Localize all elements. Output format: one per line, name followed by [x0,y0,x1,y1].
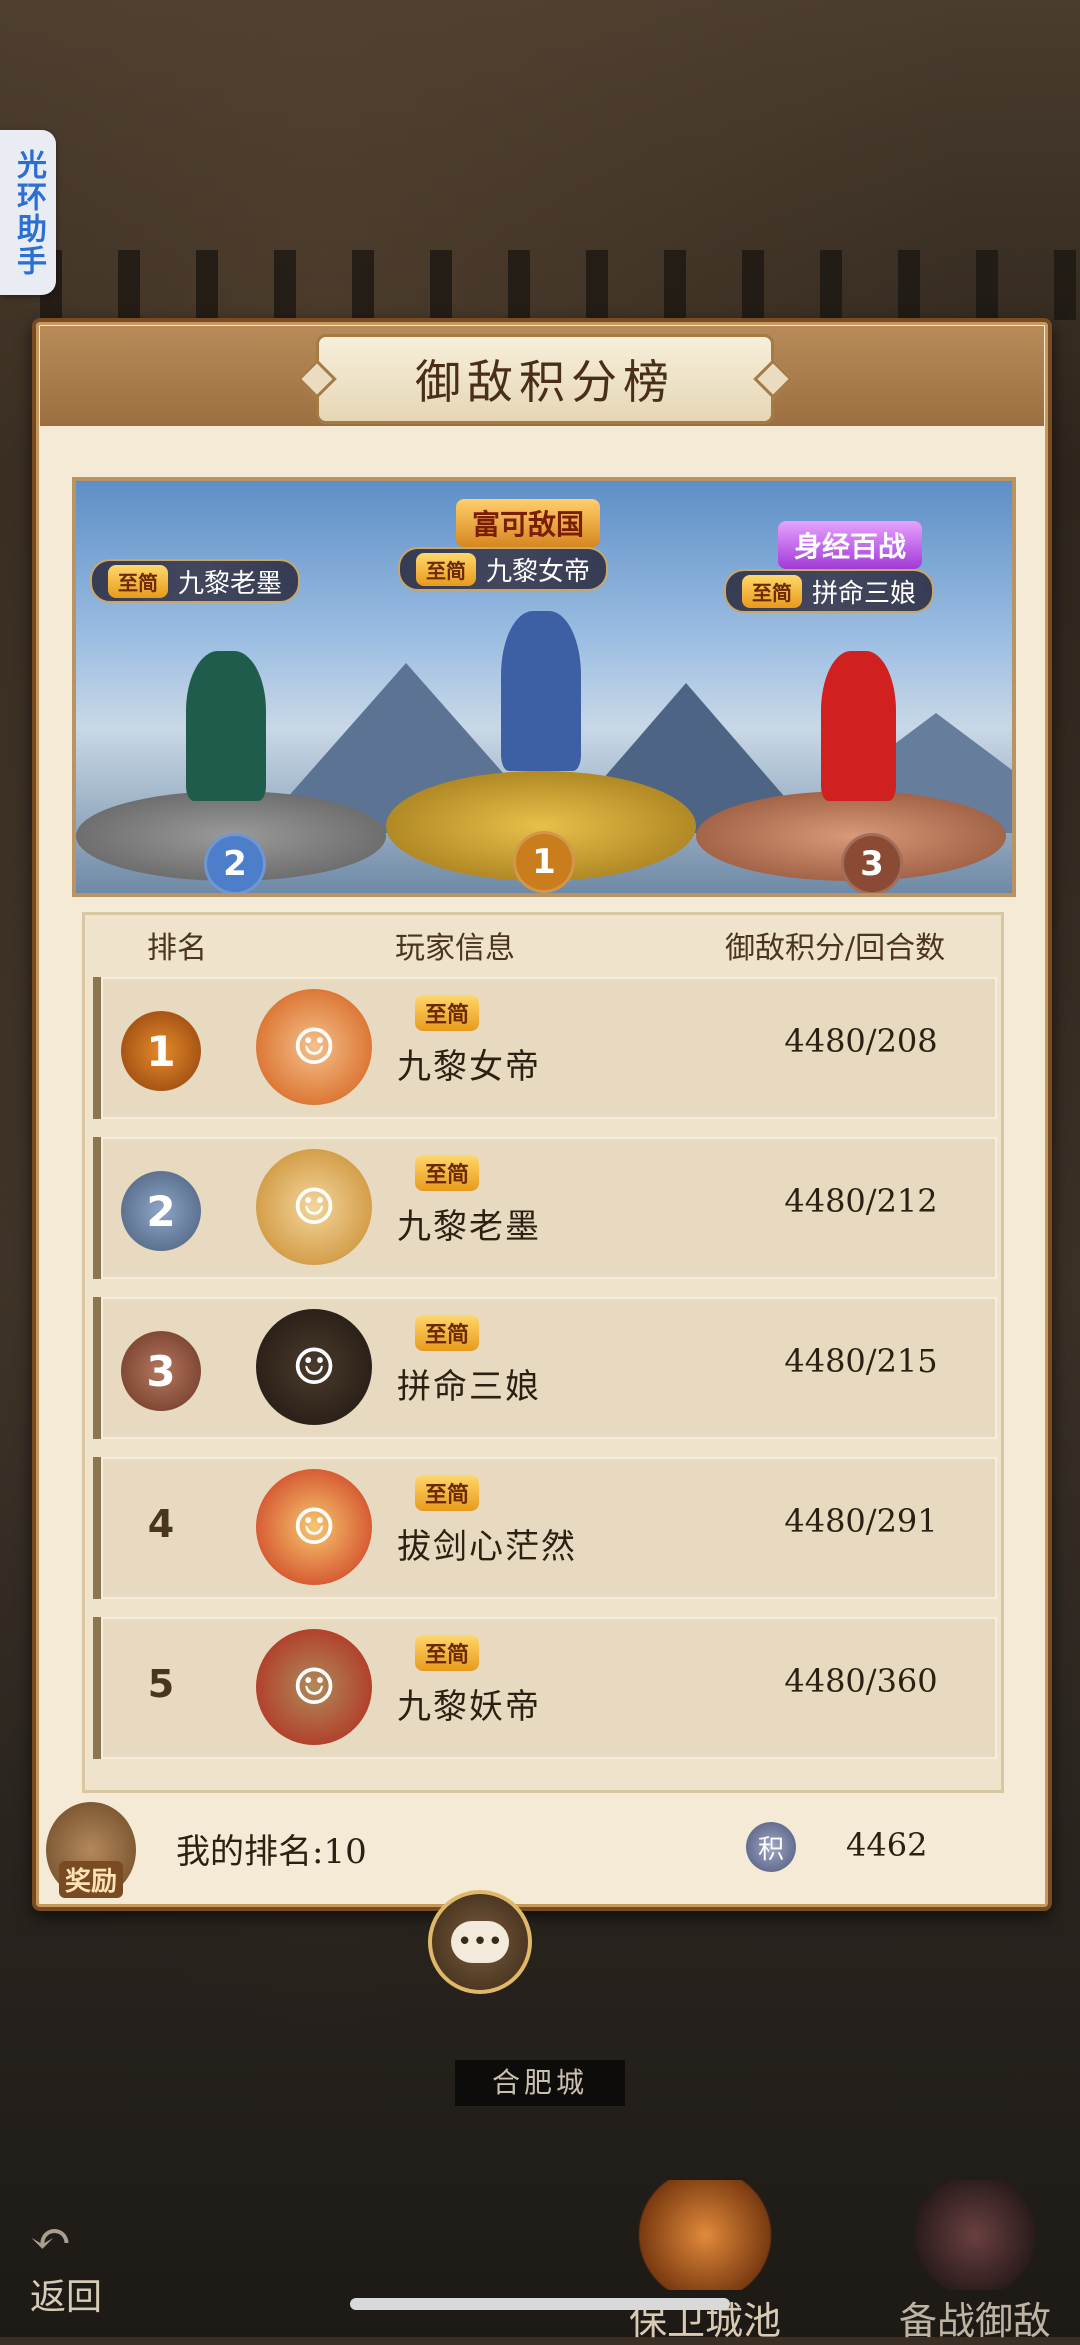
character-figure-1 [501,611,581,771]
rank-number: 4 [147,1502,175,1546]
player-name: 九黎女帝 [397,1047,541,1087]
podium-player-name: 九黎老墨 [178,568,283,599]
title-banner-3: 身经百战 [778,521,923,569]
podium-medal-3: 3 [841,833,903,893]
soldiers-decoration [0,250,1080,320]
player-avatar[interactable]: ☺ [256,1309,372,1425]
table-header: 排名 玩家信息 御敌积分/回合数 [85,915,1001,975]
player-avatar[interactable]: ☺ [256,1149,372,1265]
points-icon: 积 [746,1822,796,1872]
character-figure-3 [821,651,896,801]
player-score: 4480/208 [784,1022,938,1060]
rank-number: 5 [147,1662,175,1706]
podium-medal-1: 1 [513,831,575,893]
player-name: 拔剑心茫然 [397,1527,577,1567]
player-score: 4480/291 [784,1502,938,1540]
rank-badge: 至简 [415,1315,480,1351]
chat-button[interactable]: ••• [428,1890,532,1994]
back-label: 返回 [30,2277,103,2318]
table-row[interactable]: 5 ☺ 至简 九黎妖帝 4480/360 [93,1617,997,1759]
my-rank-text: 我的排名:10 [176,1832,367,1872]
prepare-label: 备战御敌 [898,2299,1051,2343]
rank-badge: 至简 [415,1155,480,1191]
reward-label: 奖励 [58,1861,123,1898]
chat-bubble-icon: ••• [451,1921,509,1963]
rank-badge: 至简 [415,1635,480,1671]
defend-city-button[interactable]: 保卫城池 [610,2180,800,2345]
rank-badge: 至简 [416,552,476,586]
podium-player-name: 九黎女帝 [486,556,591,587]
header-player: 玩家信息 [395,931,515,966]
prepare-battle-button[interactable]: 备战御敌 [880,2180,1070,2345]
leaderboard-panel: 御敌积分榜 富可敌国 身经百战 至简 九黎老墨 至简 九黎女帝 至简 拼命三娘 [32,318,1052,1911]
page-title: 御敌积分榜 [415,355,675,409]
podium-medal-2: 2 [204,833,266,893]
player-name: 拼命三娘 [397,1367,541,1407]
my-points: 4462 [846,1826,928,1864]
rank-medal-gold: 1 [121,1011,201,1091]
player-score: 4480/215 [784,1342,938,1380]
rank-badge: 至简 [108,564,168,598]
ranking-table: 排名 玩家信息 御敌积分/回合数 1 ☺ 至简 九黎女帝 4480/208 2 … [82,912,1004,1793]
rank-medal-bronze: 3 [121,1331,201,1411]
rank-badge: 至简 [742,574,802,608]
player-name: 九黎妖帝 [397,1687,541,1727]
rank-medal-silver: 2 [121,1171,201,1251]
rank-badge: 至简 [415,995,480,1031]
reward-button[interactable]: 奖励 [46,1802,136,1898]
player-avatar[interactable]: ☺ [256,1469,372,1585]
podium-name-tag-1: 至简 九黎女帝 [398,547,609,591]
character-figure-2 [186,651,266,801]
back-arrow-icon: ↶ [30,2210,72,2268]
helper-tab[interactable]: 光环助手 [0,130,56,295]
podium-name-tag-2: 至简 九黎老墨 [90,559,301,603]
header-score: 御敌积分/回合数 [725,931,946,966]
city-label: 合肥城 [455,2060,625,2106]
podium-scene: 富可敌国 身经百战 至简 九黎老墨 至简 九黎女帝 至简 拼命三娘 2 1 3 [72,477,1016,897]
rank-badge: 至简 [415,1475,480,1511]
podium-player-name: 拼命三娘 [812,578,917,609]
home-indicator[interactable] [350,2298,730,2310]
player-avatar[interactable]: ☺ [256,1629,372,1745]
table-row[interactable]: 1 ☺ 至简 九黎女帝 4480/208 [93,977,997,1119]
table-row[interactable]: 2 ☺ 至简 九黎老墨 4480/212 [93,1137,997,1279]
crossed-swords-icon [910,2180,1040,2290]
player-score: 4480/212 [784,1182,938,1220]
podium-name-tag-3: 至简 拼命三娘 [724,569,935,613]
header-rank: 排名 [147,931,207,966]
player-avatar[interactable]: ☺ [256,989,372,1105]
player-name: 九黎老墨 [397,1207,541,1247]
player-score: 4480/360 [784,1662,938,1700]
my-rank-footer: 奖励 我的排名:10 积 4462 [46,1802,1036,1898]
back-button[interactable]: ↶ 返回 [30,2210,102,2320]
table-row[interactable]: 3 ☺ 至简 拼命三娘 4480/215 [93,1297,997,1439]
table-row[interactable]: 4 ☺ 至简 拔剑心茫然 4480/291 [93,1457,997,1599]
title-banner-1: 富可敌国 [456,499,601,547]
title-plate: 御敌积分榜 [316,334,774,424]
city-gate-icon [630,2180,780,2290]
